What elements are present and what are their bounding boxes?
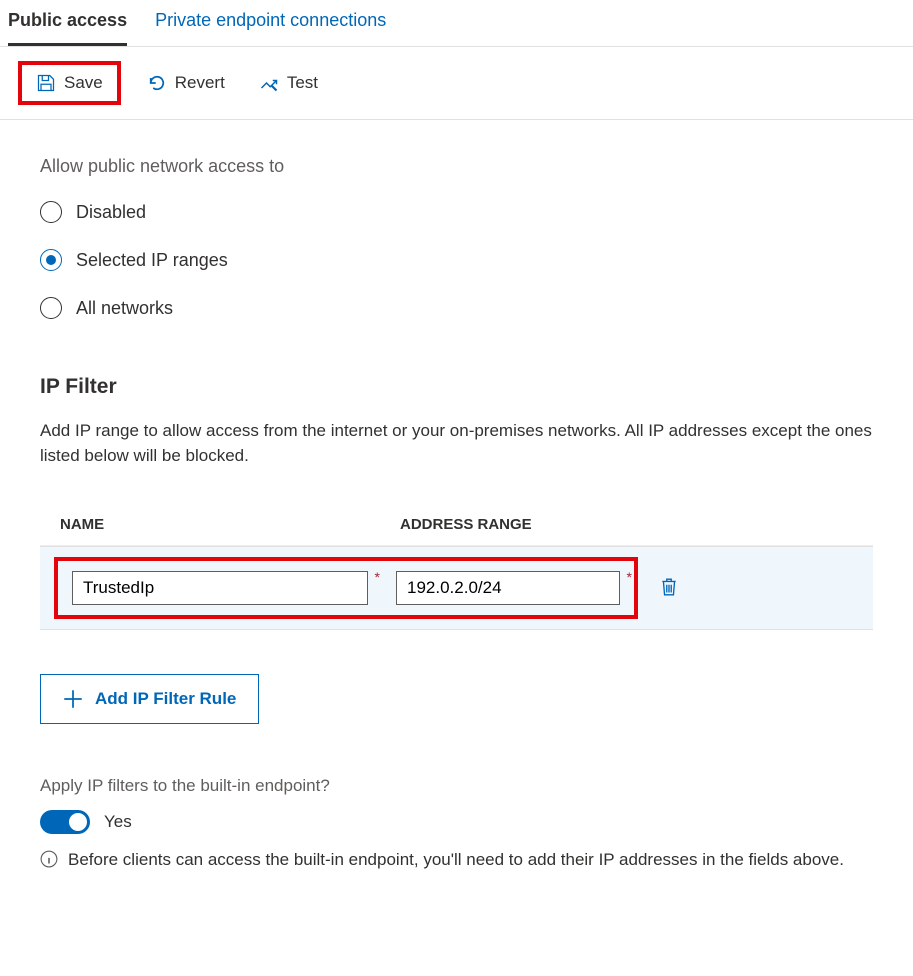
required-star-icon: *: [627, 569, 632, 585]
tab-public-access[interactable]: Public access: [8, 0, 127, 46]
add-button-label: Add IP Filter Rule: [95, 689, 236, 709]
tabs-bar: Public access Private endpoint connectio…: [0, 0, 913, 47]
info-icon: [40, 850, 58, 868]
address-input-wrap: *: [396, 571, 620, 605]
revert-button[interactable]: Revert: [139, 69, 233, 97]
toggle-value-text: Yes: [104, 812, 132, 832]
radio-all-networks[interactable]: All networks: [40, 297, 873, 319]
radio-disabled[interactable]: Disabled: [40, 201, 873, 223]
revert-label: Revert: [175, 73, 225, 93]
built-in-section: Apply IP filters to the built-in endpoin…: [40, 776, 873, 873]
radio-circle-icon: [40, 297, 62, 319]
radio-label: Disabled: [76, 202, 146, 223]
access-radio-group: Disabled Selected IP ranges All networks: [40, 201, 873, 319]
radio-label: Selected IP ranges: [76, 250, 228, 271]
radio-circle-icon: [40, 249, 62, 271]
save-button[interactable]: Save: [18, 61, 121, 105]
column-name: NAME: [60, 516, 400, 533]
access-section-label: Allow public network access to: [40, 156, 873, 177]
toggle-knob-icon: [69, 813, 87, 831]
address-range-input[interactable]: [396, 571, 620, 605]
add-ip-filter-rule-button[interactable]: Add IP Filter Rule: [40, 674, 259, 724]
ip-filter-row: * *: [40, 546, 873, 630]
built-in-info: Before clients can access the built-in e…: [40, 848, 873, 873]
built-in-toggle-row: Yes: [40, 810, 873, 834]
built-in-label: Apply IP filters to the built-in endpoin…: [40, 776, 873, 796]
required-star-icon: *: [375, 569, 380, 585]
save-label: Save: [64, 73, 103, 93]
delete-row-button[interactable]: [660, 577, 678, 600]
tab-private-endpoint[interactable]: Private endpoint connections: [155, 0, 386, 46]
info-text: Before clients can access the built-in e…: [68, 848, 844, 873]
toolbar: Save Revert Test: [0, 47, 913, 120]
content-area: Allow public network access to Disabled …: [0, 120, 913, 897]
radio-selected-ip-ranges[interactable]: Selected IP ranges: [40, 249, 873, 271]
ip-filter-row-highlight: * *: [54, 557, 638, 619]
ip-filter-description: Add IP range to allow access from the in…: [40, 419, 873, 468]
radio-label: All networks: [76, 298, 173, 319]
built-in-toggle[interactable]: [40, 810, 90, 834]
plus-icon: [63, 689, 83, 709]
ip-filter-heading: IP Filter: [40, 375, 873, 399]
name-input-wrap: *: [72, 571, 368, 605]
test-button[interactable]: Test: [251, 69, 326, 97]
radio-dot-icon: [46, 255, 56, 265]
test-label: Test: [287, 73, 318, 93]
name-input[interactable]: [72, 571, 368, 605]
column-address-range: ADDRESS RANGE: [400, 516, 853, 533]
test-icon: [259, 73, 279, 93]
save-icon: [36, 73, 56, 93]
ip-filter-table-header: NAME ADDRESS RANGE: [40, 504, 873, 546]
radio-circle-icon: [40, 201, 62, 223]
revert-icon: [147, 73, 167, 93]
trash-icon: [660, 577, 678, 597]
